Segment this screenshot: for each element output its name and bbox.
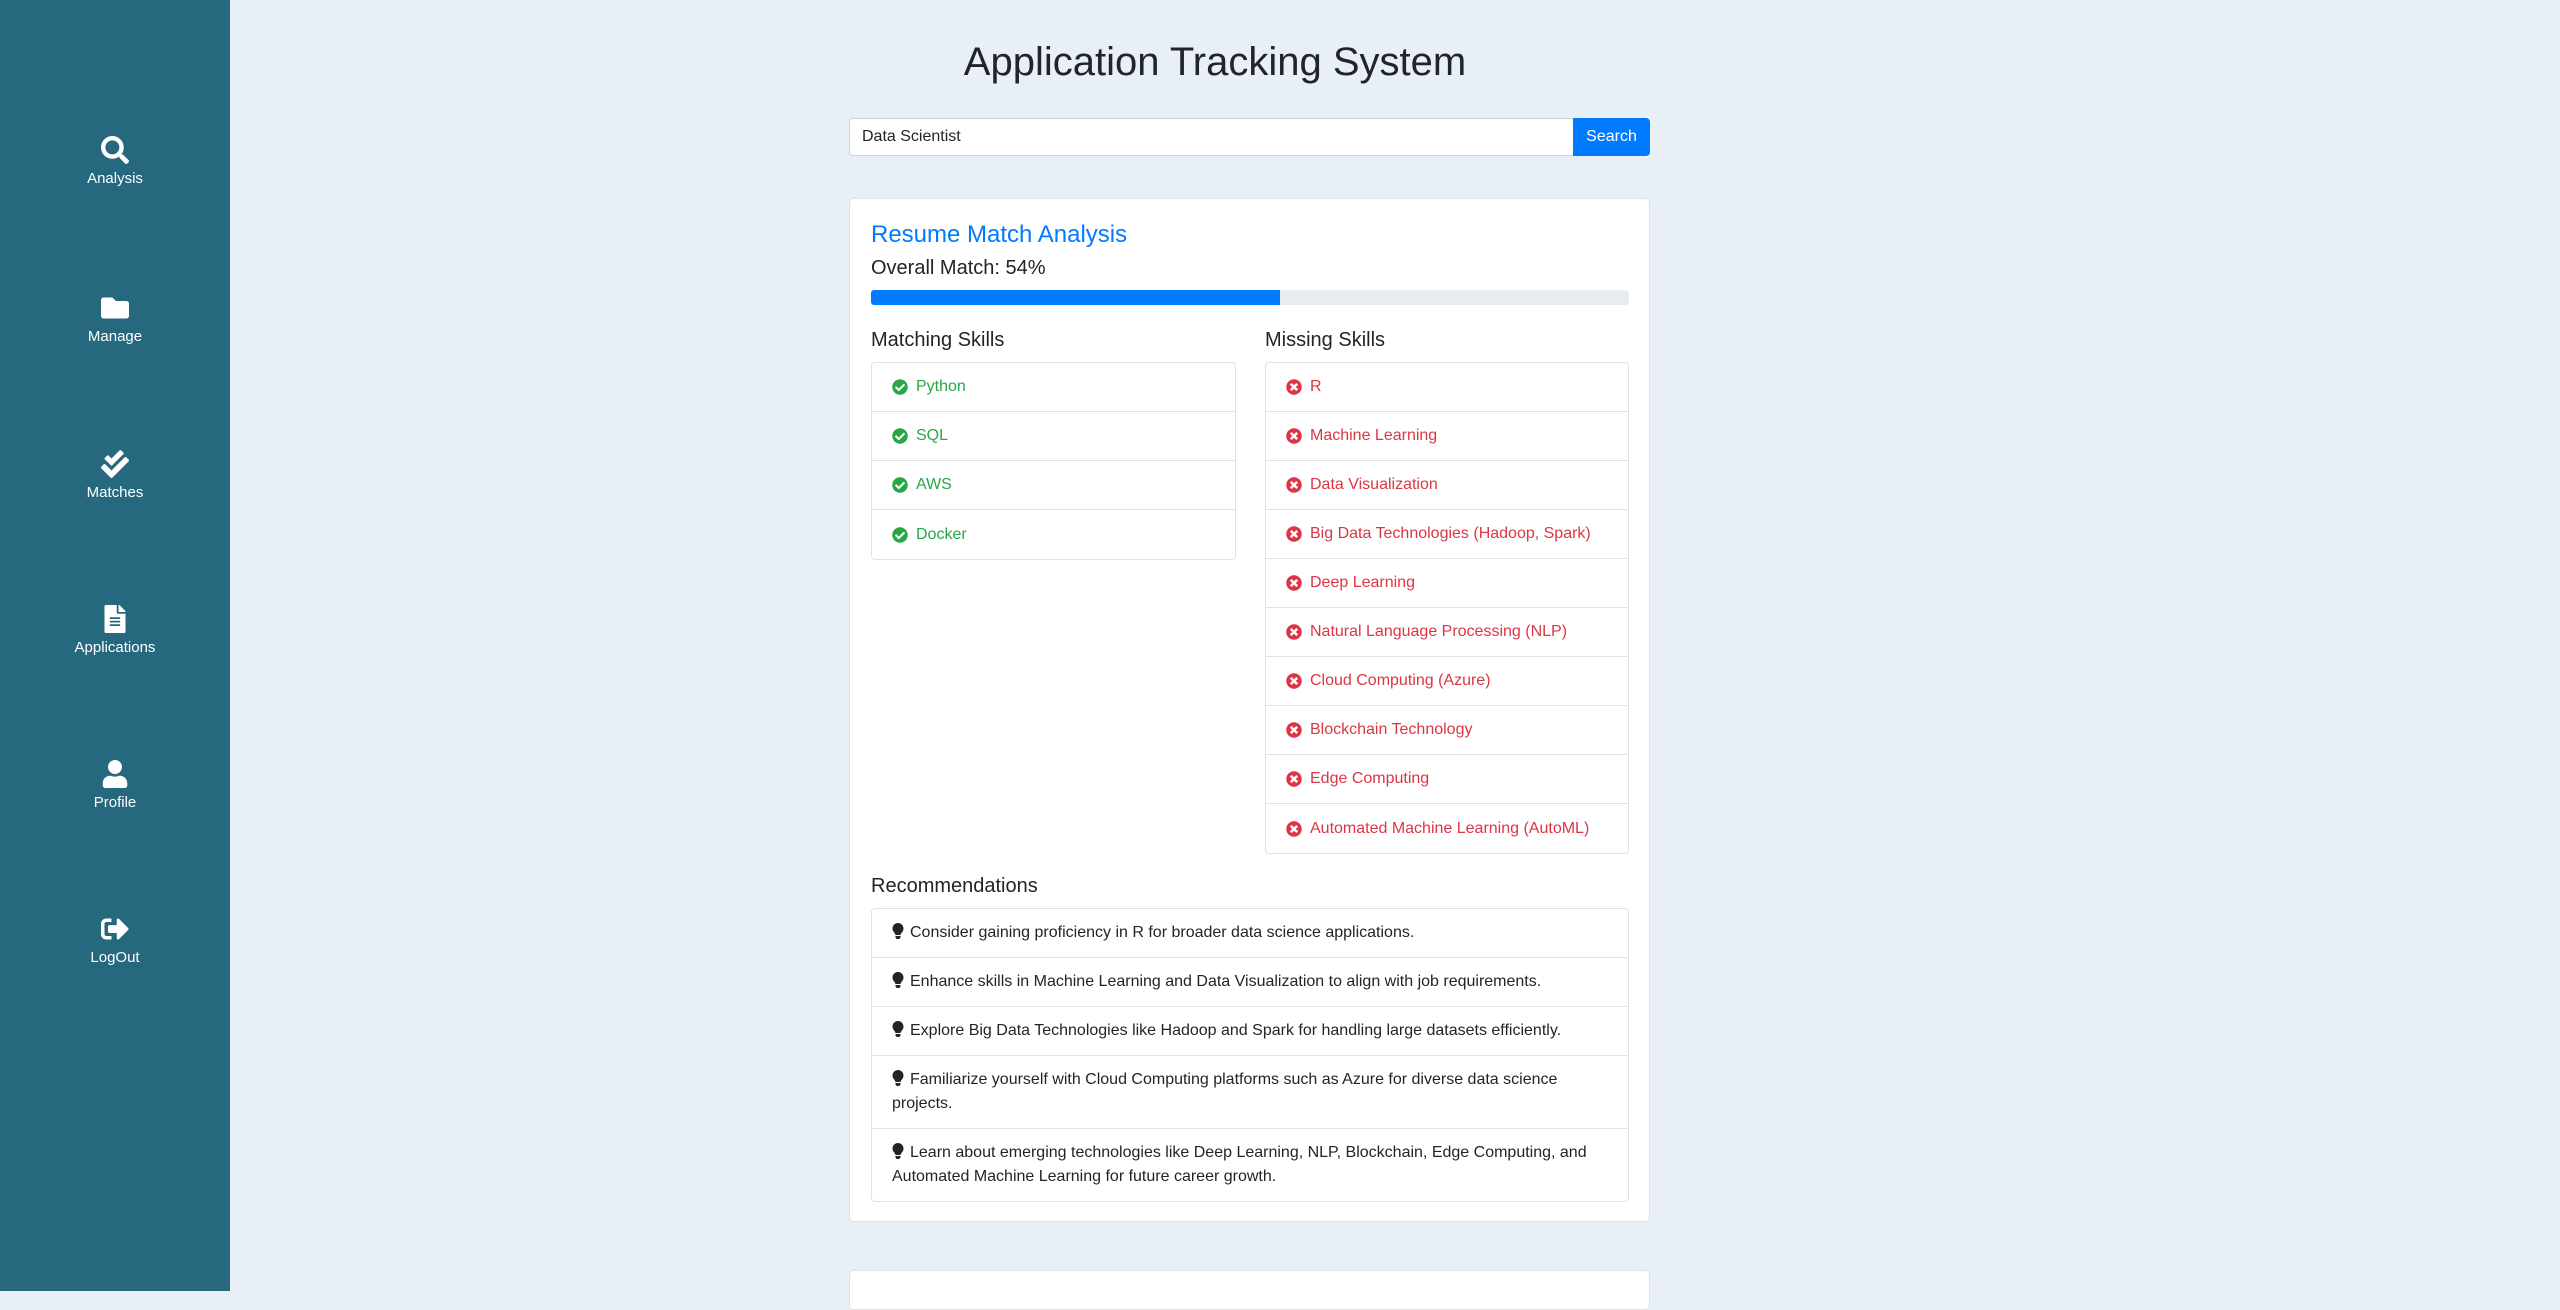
lightbulb-icon (892, 1070, 904, 1087)
page-title: Application Tracking System (963, 40, 1467, 84)
times-circle-icon (1286, 428, 1302, 444)
missing-skills-heading: Missing Skills (1265, 329, 1386, 351)
matching-skill-item-label: Python (916, 378, 966, 395)
recommendation-item: Familiarize yourself with Cloud Computin… (872, 1056, 1628, 1129)
lightbulb-icon (892, 1143, 904, 1160)
recommendation-text: Familiarize yourself with Cloud Computin… (892, 1071, 1558, 1112)
missing-skill-item: Big Data Technologies (Hadoop, Spark) (1266, 510, 1628, 559)
times-circle-icon (1286, 722, 1302, 738)
analysis-card: Resume Match Analysis Overall Match: 54%… (849, 198, 1650, 1222)
matching-skill-item: SQL (872, 412, 1235, 461)
sidebar-item-label: Analysis (87, 170, 143, 187)
missing-skill-item-label: Big Data Technologies (Hadoop, Spark) (1310, 525, 1591, 542)
search-bar: Search (849, 118, 1650, 156)
missing-skill-item-label: Edge Computing (1310, 770, 1430, 787)
times-circle-icon (1286, 673, 1302, 689)
recommendation-item: Learn about emerging technologies like D… (872, 1129, 1628, 1201)
missing-skill-item-label: Deep Learning (1310, 574, 1415, 591)
sidebar-item-label: Profile (93, 794, 137, 811)
sidebar-item-logout[interactable]: LogOut (0, 915, 230, 995)
match-progress (871, 290, 1629, 305)
missing-skill-item-label: Data Visualization (1310, 476, 1438, 493)
missing-skill-item: Natural Language Processing (NLP) (1266, 608, 1628, 657)
recommendation-item: Consider gaining proficiency in R for br… (872, 909, 1628, 958)
overall-match-label: Overall Match: 54% (871, 257, 1046, 279)
matching-skill-item: Python (872, 363, 1235, 412)
missing-skill-item-label: Natural Language Processing (NLP) (1310, 623, 1568, 640)
times-circle-icon (1286, 379, 1302, 395)
lightbulb-icon (892, 1021, 904, 1038)
missing-skill-item: Edge Computing (1266, 755, 1628, 804)
matching-skill-item: Docker (872, 510, 1235, 559)
check-circle-icon (892, 477, 908, 493)
sidebar-item-applications[interactable]: Applications (0, 605, 230, 685)
search-button[interactable]: Search (1573, 118, 1650, 156)
sidebar-item-analysis[interactable]: Analysis (0, 136, 230, 216)
missing-skill-item-label: R (1310, 378, 1322, 395)
file-icon (104, 605, 126, 633)
missing-skill-item-label: Blockchain Technology (1310, 721, 1473, 738)
sidebar: Analysis Manage Matches Applications Pro… (0, 0, 230, 1291)
missing-skill-item: Cloud Computing (Azure) (1266, 657, 1628, 706)
matching-skill-item-label: Docker (916, 525, 967, 543)
recommendation-item: Explore Big Data Technologies like Hadoo… (872, 1007, 1628, 1056)
recommendation-text: Explore Big Data Technologies like Hadoo… (910, 1022, 1562, 1039)
matching-skill-item-label: AWS (916, 476, 952, 493)
recommendation-text: Learn about emerging technologies like D… (892, 1144, 1587, 1185)
missing-skill-item-label: Automated Machine Learning (AutoML) (1310, 819, 1590, 837)
recommendation-text: Consider gaining proficiency in R for br… (910, 924, 1415, 941)
recommendations-list: Consider gaining proficiency in R for br… (871, 908, 1629, 1202)
sidebar-item-label: Manage (87, 328, 143, 345)
lightbulb-icon (892, 972, 904, 989)
missing-skill-item-label: Cloud Computing (Azure) (1310, 672, 1491, 689)
times-circle-icon (1286, 526, 1302, 542)
sidebar-item-label: Matches (86, 484, 144, 501)
times-circle-icon (1286, 624, 1302, 640)
recommendations-heading: Recommendations (871, 875, 1038, 897)
search-input[interactable] (849, 118, 1573, 156)
sidebar-item-label: LogOut (90, 949, 140, 966)
sidebar-item-label: Applications (74, 639, 156, 656)
search-icon (101, 136, 129, 164)
missing-skill-item: R (1266, 363, 1628, 412)
analysis-title: Resume Match Analysis (871, 221, 1128, 248)
matching-skills-heading: Matching Skills (871, 329, 1005, 351)
missing-skill-item: Deep Learning (1266, 559, 1628, 608)
matching-skill-item-label: SQL (916, 427, 949, 444)
missing-skill-item: Machine Learning (1266, 412, 1628, 461)
sidebar-item-profile[interactable]: Profile (0, 760, 230, 840)
user-icon (102, 760, 128, 788)
times-circle-icon (1286, 820, 1302, 837)
match-progress-bar (871, 290, 1281, 305)
recommendation-text: Enhance skills in Machine Learning and D… (910, 973, 1542, 990)
folder-icon (101, 297, 129, 319)
times-circle-icon (1286, 477, 1302, 493)
check-circle-icon (892, 379, 908, 395)
times-circle-icon (1286, 575, 1302, 591)
sidebar-item-matches[interactable]: Matches (0, 450, 230, 530)
missing-skills-list: R Machine Learning Data Visualization Big D… (1265, 362, 1629, 854)
check-circle-icon (892, 428, 908, 444)
missing-skill-item: Data Visualization (1266, 461, 1628, 510)
recommendation-item: Enhance skills in Machine Learning and D… (872, 958, 1628, 1007)
matching-skill-item: AWS (872, 461, 1235, 510)
missing-skill-item: Automated Machine Learning (AutoML) (1266, 804, 1628, 853)
check-circle-icon (892, 526, 908, 543)
sign-out-icon (101, 918, 129, 940)
lightbulb-icon (892, 923, 904, 940)
double-check-icon (101, 450, 129, 478)
missing-skill-item-label: Machine Learning (1310, 427, 1438, 444)
matching-skills-list: Python SQL AWS Docker (871, 362, 1236, 560)
times-circle-icon (1286, 771, 1302, 787)
missing-skill-item: Blockchain Technology (1266, 706, 1628, 755)
sidebar-item-manage[interactable]: Manage (0, 294, 230, 374)
secondary-card (849, 1270, 1650, 1310)
